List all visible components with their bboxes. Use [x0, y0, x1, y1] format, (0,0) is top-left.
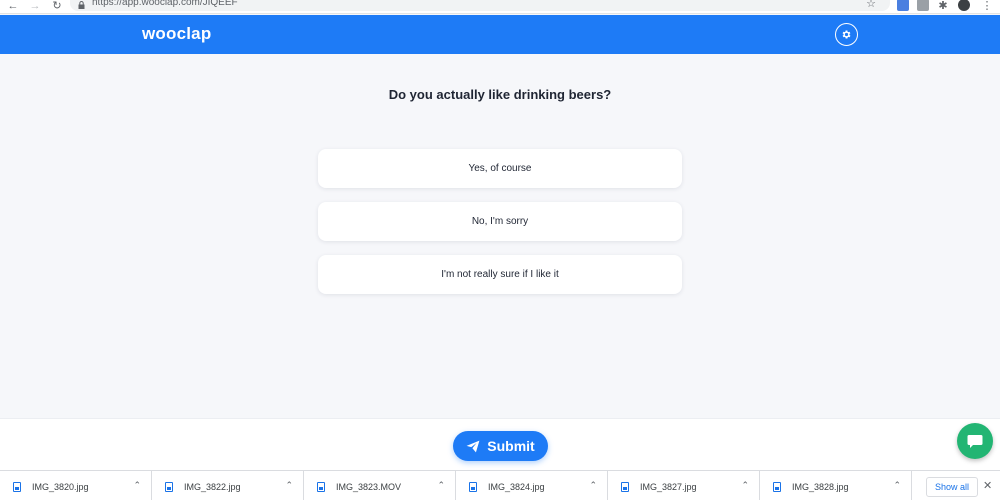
lock-icon: [78, 1, 85, 9]
chevron-up-icon[interactable]: ⌃: [133, 480, 141, 491]
chevron-up-icon[interactable]: ⌃: [285, 480, 293, 491]
action-bar: Submit: [0, 418, 1000, 470]
download-item[interactable]: IMG_3828.jpg ⌃: [760, 471, 912, 500]
download-filename: IMG_3824.jpg: [488, 482, 545, 492]
app-header: wooclap: [0, 15, 1000, 54]
download-filename: IMG_3822.jpg: [184, 482, 241, 492]
settings-button[interactable]: [835, 23, 858, 46]
file-icon: [469, 482, 477, 492]
file-icon: [317, 482, 325, 492]
chevron-up-icon[interactable]: ⌃: [589, 480, 597, 491]
menu-icon[interactable]: ⋮: [980, 0, 994, 13]
wooclap-logo: wooclap: [142, 24, 212, 43]
file-icon: [773, 482, 781, 492]
downloads-shelf: IMG_3820.jpg ⌃ IMG_3822.jpg ⌃ IMG_3823.M…: [0, 470, 1000, 500]
file-icon: [13, 482, 21, 492]
download-filename: IMG_3827.jpg: [640, 482, 697, 492]
chat-bubble-icon: [967, 434, 983, 448]
translate-extension-icon[interactable]: [897, 0, 909, 11]
back-icon[interactable]: ←: [6, 0, 20, 13]
choice-option-3[interactable]: I'm not really sure if I like it: [318, 255, 682, 294]
question-title: Do you actually like drinking beers?: [388, 87, 612, 102]
submit-label: Submit: [487, 438, 535, 454]
send-icon: [466, 440, 480, 452]
chat-button[interactable]: [957, 423, 993, 459]
profile-avatar[interactable]: [958, 0, 970, 11]
bookmark-star-icon[interactable]: ☆: [866, 0, 876, 10]
download-item[interactable]: IMG_3824.jpg ⌃: [456, 471, 608, 500]
puzzle-icon[interactable]: ✱: [936, 0, 950, 13]
close-icon[interactable]: ✕: [983, 479, 992, 492]
chevron-up-icon[interactable]: ⌃: [437, 480, 445, 491]
download-item[interactable]: IMG_3822.jpg ⌃: [152, 471, 304, 500]
download-item[interactable]: IMG_3820.jpg ⌃: [0, 471, 152, 500]
download-item[interactable]: IMG_3827.jpg ⌃: [608, 471, 760, 500]
file-icon: [621, 482, 629, 492]
choice-option-1[interactable]: Yes, of course: [318, 149, 682, 188]
browser-toolbar: ← → ↻ https://app.wooclap.com/JIQEEF ☆ ✱…: [0, 0, 1000, 14]
download-filename: IMG_3828.jpg: [792, 482, 849, 492]
show-all-button[interactable]: Show all: [926, 477, 978, 497]
choice-option-2[interactable]: No, I'm sorry: [318, 202, 682, 241]
file-icon: [165, 482, 173, 492]
download-filename: IMG_3823.MOV: [336, 482, 402, 492]
gear-icon: [842, 30, 851, 39]
url-text: https://app.wooclap.com/JIQEEF: [92, 0, 238, 8]
download-item[interactable]: IMG_3823.MOV ⌃: [304, 471, 456, 500]
reload-icon[interactable]: ↻: [50, 0, 64, 13]
address-bar[interactable]: https://app.wooclap.com/JIQEEF ☆: [70, 0, 890, 11]
download-filename: IMG_3820.jpg: [32, 482, 89, 492]
forward-icon[interactable]: →: [28, 0, 42, 13]
extension-icon[interactable]: [917, 0, 929, 11]
chevron-up-icon[interactable]: ⌃: [893, 480, 901, 491]
submit-button[interactable]: Submit: [453, 431, 548, 461]
chevron-up-icon[interactable]: ⌃: [741, 480, 749, 491]
